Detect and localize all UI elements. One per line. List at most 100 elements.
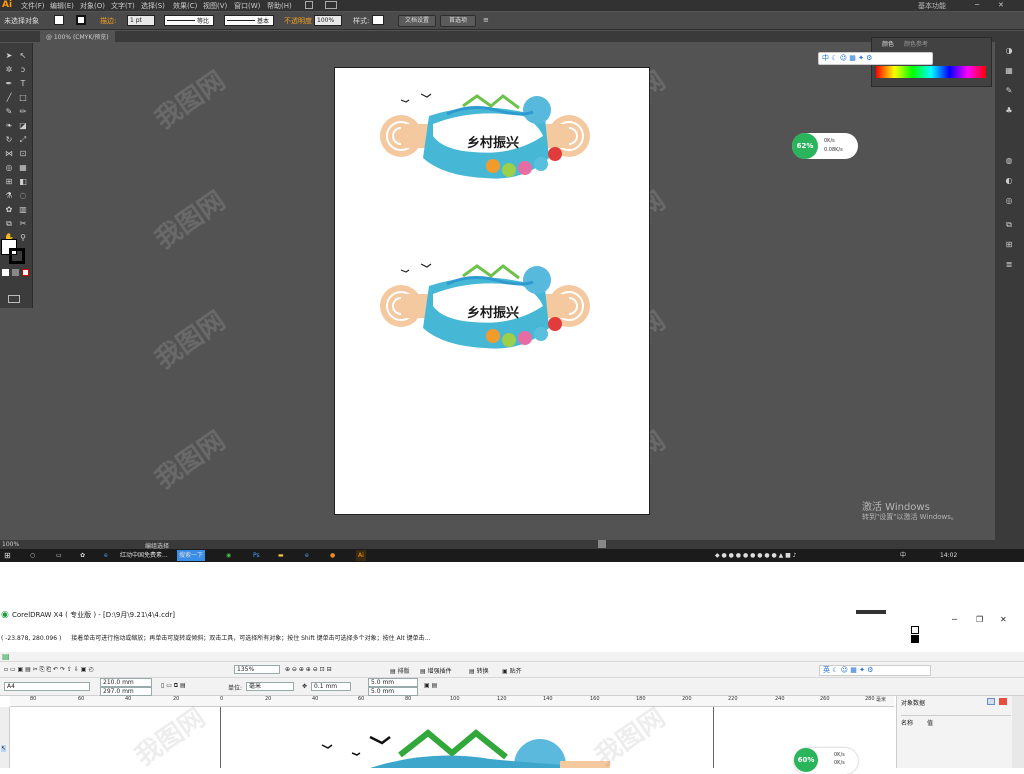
- search-icon[interactable]: ○: [30, 550, 35, 561]
- duplicate-y-field[interactable]: 5.0 mm: [368, 687, 418, 696]
- menu-edit[interactable]: 编辑(E): [50, 1, 74, 11]
- snap-button[interactable]: ▣ 贴齐: [502, 666, 522, 675]
- width-tool-icon[interactable]: ⋈: [4, 149, 14, 159]
- convert-button[interactable]: ▤ 转换: [469, 666, 489, 675]
- perspective-grid-icon[interactable]: ▦: [18, 163, 28, 173]
- ime-mode[interactable]: 中: [822, 54, 829, 62]
- gradient-mode-icon[interactable]: [12, 269, 19, 276]
- scale-tool-icon[interactable]: ⤢: [18, 135, 28, 145]
- symbols-icon[interactable]: ♣: [1004, 106, 1014, 116]
- unit-select[interactable]: 毫米: [246, 682, 294, 691]
- line-tool-icon[interactable]: ╱: [4, 93, 14, 103]
- page-size-select[interactable]: A4: [4, 682, 90, 691]
- menu-select[interactable]: 选择(S): [141, 1, 165, 11]
- menu-file[interactable]: 文件(F): [21, 1, 45, 11]
- fill-swatch[interactable]: [54, 15, 64, 25]
- taskbar-ime[interactable]: 中: [900, 550, 906, 561]
- artboard[interactable]: 乡村振兴 乡村振兴: [334, 67, 650, 515]
- transparency-icon[interactable]: ◎: [1004, 196, 1014, 206]
- enhanced-plugin-button[interactable]: ▤ 增强插件: [420, 666, 452, 675]
- screen-mode-icon[interactable]: [8, 295, 20, 303]
- illustrator-taskbar-icon[interactable]: Ai: [356, 550, 366, 561]
- workspace-switcher[interactable]: 基本功能: [918, 1, 946, 11]
- rotate-tool-icon[interactable]: ↻: [4, 135, 14, 145]
- page-height-field[interactable]: 297.0 mm: [100, 687, 152, 696]
- page-options-icons[interactable]: ▣ ▤: [424, 682, 437, 689]
- task-view-icon[interactable]: ▭: [56, 550, 62, 561]
- menu-effect[interactable]: 效果(C): [173, 1, 197, 11]
- minimize-button[interactable]: ─: [952, 610, 957, 629]
- opacity-field[interactable]: 100%: [314, 15, 342, 26]
- tray-icons[interactable]: ◆ ● ● ● ● ● ● ● ● ▲ ■ ♪: [715, 550, 797, 561]
- magic-wand-icon[interactable]: ✲: [4, 65, 14, 75]
- close-icon[interactable]: ✕: [998, 1, 1004, 9]
- blend-tool-icon[interactable]: ◌: [18, 191, 28, 201]
- menu-help[interactable]: 帮助(H): [267, 1, 292, 11]
- brush-definition[interactable]: 基本: [224, 15, 274, 26]
- orientation-icons[interactable]: ▯ ▭ ⧉ ▤: [161, 682, 186, 690]
- menu-type[interactable]: 文字(T): [111, 1, 135, 11]
- bridge-icon[interactable]: [305, 1, 313, 9]
- rectangle-tool-icon[interactable]: □: [18, 93, 28, 103]
- zoom-tool-icon[interactable]: ⚲: [18, 233, 28, 243]
- vertical-scrollbar[interactable]: [1012, 696, 1024, 768]
- document-icon[interactable]: ▤: [2, 652, 10, 661]
- app-icon[interactable]: ✿: [80, 550, 85, 561]
- direct-selection-icon[interactable]: ↖: [18, 51, 28, 61]
- ime-mode[interactable]: 英: [823, 666, 830, 674]
- type-tool-icon[interactable]: T: [18, 79, 28, 89]
- close-button[interactable]: ✕: [1000, 610, 1007, 629]
- docker-close-icon[interactable]: [999, 698, 1007, 705]
- opacity-label[interactable]: 不透明度: [284, 16, 312, 26]
- menu-object[interactable]: 对象(O): [80, 1, 105, 11]
- swatches-icon[interactable]: ▦: [1004, 66, 1014, 76]
- color-mode-icon[interactable]: [2, 269, 9, 276]
- coreldraw-canvas[interactable]: 我图网 我图网: [10, 703, 894, 772]
- pick-tool-icon[interactable]: ↖: [1, 745, 7, 752]
- wechat-icon[interactable]: ◉: [226, 550, 231, 561]
- horizontal-scroll-thumb[interactable]: [598, 540, 606, 548]
- layers-icon[interactable]: ≣: [1004, 260, 1014, 270]
- paintbrush-icon[interactable]: ✎: [4, 107, 14, 117]
- none-mode-icon[interactable]: [22, 269, 29, 276]
- color-tab[interactable]: 颜色: [882, 39, 894, 48]
- transform-icon[interactable]: ⧉: [1004, 220, 1014, 230]
- pathfinder-icon[interactable]: ⊞: [1004, 240, 1014, 250]
- browser-tab[interactable]: 红动中国免费素...: [120, 550, 168, 561]
- align-options-icon[interactable]: ≡: [483, 16, 489, 24]
- eraser-icon[interactable]: ◪: [18, 121, 28, 131]
- lasso-icon[interactable]: ↄ: [18, 65, 28, 75]
- search-button[interactable]: 搜索一下: [177, 550, 205, 561]
- ime-toolbar[interactable]: 中 ☾ ☺ ▦ ✦ ⚙: [818, 52, 933, 65]
- new-icon[interactable]: ▫ ▭ ▣ ▤ ✂ ⎘ ⎗ ↶ ↷ ⇪ ⇩ ▣ ◴: [4, 666, 94, 674]
- graph-tool-icon[interactable]: ▥: [18, 205, 28, 215]
- stroke-weight-field[interactable]: 1 pt: [127, 15, 155, 26]
- graphic-styles-icon[interactable]: ◐: [1004, 176, 1014, 186]
- duplicate-x-field[interactable]: 5.0 mm: [368, 678, 418, 687]
- rural-revitalization-artwork[interactable]: 乡村振兴: [373, 256, 597, 356]
- ime-toolbar[interactable]: 英 ☾ ☺ ▦ ✦ ⚙: [819, 665, 931, 676]
- stroke-label[interactable]: 描边:: [100, 16, 116, 26]
- zoom-level[interactable]: 100%: [2, 541, 19, 548]
- brushes-icon[interactable]: ✎: [1004, 86, 1014, 96]
- edge-icon[interactable]: e: [305, 550, 309, 561]
- color-spectrum[interactable]: [876, 66, 986, 78]
- slice-tool-icon[interactable]: ✂: [18, 219, 28, 229]
- color-guide-tab[interactable]: 颜色参考: [904, 39, 928, 48]
- arrange-docs-icon[interactable]: [325, 1, 337, 9]
- document-setup-button[interactable]: 文档设置: [398, 15, 436, 27]
- photoshop-icon[interactable]: Ps: [253, 550, 260, 561]
- windows-start-icon[interactable]: ⊞: [4, 550, 11, 561]
- zoom-tools-icon[interactable]: ⊕ ⊖ ⊕ ⊕ ⊖ ⊡ ⊟: [285, 666, 332, 673]
- blob-brush-icon[interactable]: ❧: [4, 121, 14, 131]
- pencil-icon[interactable]: ✏: [18, 107, 28, 117]
- color-panel-icon[interactable]: ◑: [1004, 46, 1014, 56]
- menu-view[interactable]: 视图(V): [203, 1, 227, 11]
- symbol-sprayer-icon[interactable]: ✿: [4, 205, 14, 215]
- file-explorer-icon[interactable]: ▬: [278, 550, 284, 561]
- variable-width-profile[interactable]: 等比: [164, 15, 214, 26]
- stroke-swatch[interactable]: [76, 15, 86, 25]
- free-transform-icon[interactable]: ⊡: [18, 149, 28, 159]
- rural-revitalization-artwork[interactable]: 乡村振兴: [373, 86, 597, 186]
- color-swatches[interactable]: [911, 626, 921, 644]
